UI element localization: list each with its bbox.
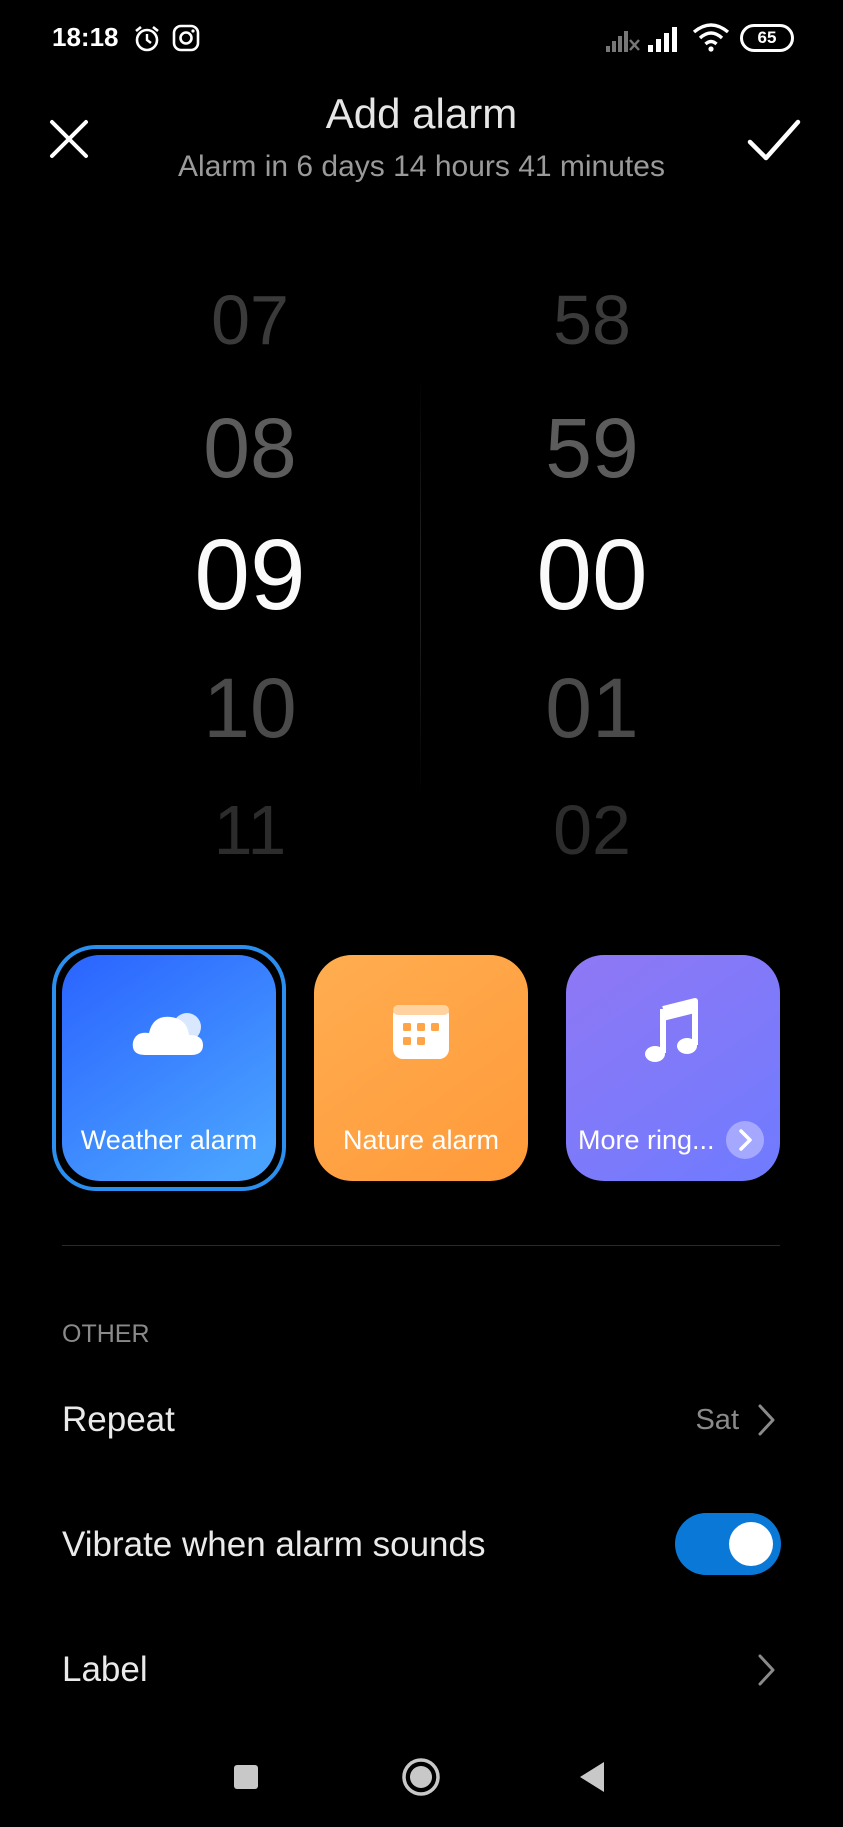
label-row[interactable]: Label [0, 1630, 843, 1730]
alarm-clock-icon [135, 25, 159, 52]
vibrate-row: Vibrate when alarm sounds [0, 1505, 843, 1605]
music-note-icon [645, 998, 698, 1062]
hour-option[interactable]: 10 [150, 660, 350, 757]
chevron-right-icon [758, 1654, 775, 1686]
divider [62, 1245, 780, 1246]
grid-calendar-icon [393, 1005, 449, 1059]
selected-hour[interactable]: 09 [150, 518, 350, 633]
repeat-value: Sat [695, 1404, 739, 1436]
status-time: 18:18 [52, 22, 119, 52]
chevron-right-icon [726, 1121, 764, 1159]
status-bar: 18:18 65 [0, 0, 843, 80]
vibrate-label: Vibrate when alarm sounds [62, 1525, 486, 1564]
nature-alarm-tile[interactable]: Nature alarm [314, 955, 528, 1181]
picker-divider [420, 370, 421, 800]
repeat-label: Repeat [62, 1400, 175, 1439]
minute-option[interactable]: 01 [492, 660, 692, 757]
hour-option[interactable]: 11 [150, 790, 350, 870]
instagram-icon [172, 24, 200, 52]
repeat-row[interactable]: Repeat Sat [0, 1380, 843, 1480]
back-button[interactable] [578, 1760, 608, 1794]
minute-option[interactable]: 02 [492, 790, 692, 870]
minute-option[interactable]: 58 [492, 280, 692, 360]
label-label: Label [62, 1650, 148, 1689]
checkmark-icon[interactable] [744, 110, 804, 170]
recent-apps-button[interactable] [234, 1765, 258, 1789]
selected-tile-gap [56, 949, 282, 1187]
add-alarm-screen: 18:18 65 Add alarm Alarm in 6 days 14 ho… [0, 0, 843, 1827]
chevron-right-icon [758, 1404, 775, 1436]
minute-option[interactable]: 59 [492, 400, 692, 497]
signal-strength-icon [648, 27, 677, 52]
battery-indicator: 65 [740, 24, 794, 52]
selected-minute[interactable]: 00 [492, 518, 692, 633]
wifi-icon [692, 23, 730, 52]
signal-no-service-icon [606, 31, 640, 52]
page-title: Add alarm [325, 90, 518, 137]
home-button[interactable] [401, 1757, 441, 1797]
more-ringtones-tile[interactable]: More ring... [566, 955, 780, 1181]
vibrate-toggle[interactable] [675, 1513, 781, 1575]
section-header-other: OTHER [62, 1320, 150, 1348]
toggle-knob [729, 1522, 773, 1566]
alarm-countdown: Alarm in 6 days 14 hours 41 minutes [178, 150, 665, 183]
nature-alarm-label: Nature alarm [342, 1125, 500, 1155]
hour-option[interactable]: 08 [150, 400, 350, 497]
hour-option[interactable]: 07 [150, 280, 350, 360]
